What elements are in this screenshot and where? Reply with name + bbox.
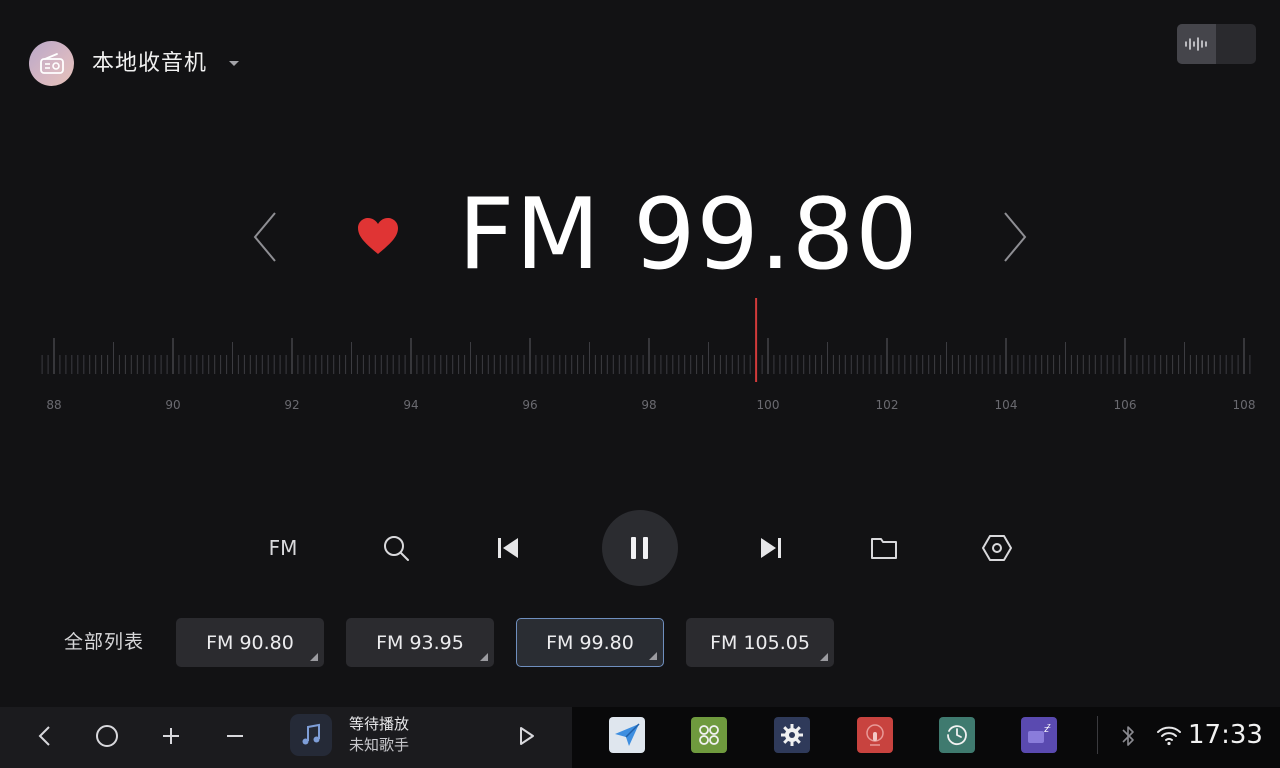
preset-corner-marker [310, 653, 318, 661]
dial-tick-label: 100 [757, 398, 780, 412]
dial-tick-label: 94 [403, 398, 418, 412]
frequency-display: FM 99.80 [458, 178, 919, 292]
sleep-icon: z z [1028, 723, 1051, 743]
gear-icon [781, 724, 803, 746]
source-title[interactable]: 本地收音机 [92, 49, 207, 79]
home-button[interactable] [90, 720, 124, 752]
seek-next-button[interactable] [751, 528, 791, 568]
dial-tick-label: 102 [876, 398, 899, 412]
preset-station[interactable]: FM 93.95 [346, 618, 494, 667]
music-app-button[interactable] [290, 714, 332, 756]
bluetooth-icon[interactable] [1119, 724, 1137, 748]
dial-tick-label: 96 [522, 398, 537, 412]
status-divider [1097, 716, 1098, 754]
frequency-dial[interactable]: 88 90 92 94 96 98 100 102 104 106 108 [0, 290, 1280, 420]
mini-play-button[interactable] [512, 720, 542, 752]
play-icon [520, 727, 534, 745]
radio-icon [39, 52, 64, 74]
sleep-app[interactable]: z z [1021, 717, 1057, 753]
settings-app[interactable] [774, 717, 810, 753]
send-arrow-icon [615, 723, 640, 746]
settings-button[interactable] [977, 528, 1017, 568]
folder-button[interactable] [864, 528, 904, 568]
seek-previous-button[interactable] [488, 528, 528, 568]
bottom-control-bar [0, 707, 572, 768]
dial-tick-label: 106 [1114, 398, 1137, 412]
search-button[interactable] [376, 528, 416, 568]
microphone-icon [866, 724, 884, 746]
preset-label: FM 93.95 [376, 631, 464, 654]
preset-corner-marker [480, 653, 488, 661]
favorite-heart-icon[interactable] [356, 216, 400, 256]
music-note-icon [302, 723, 320, 745]
svg-text:z: z [1047, 723, 1051, 730]
back-button[interactable] [27, 720, 61, 752]
wifi-icon[interactable] [1156, 724, 1182, 746]
preset-label: FM 99.80 [546, 631, 634, 654]
radio-source-avatar[interactable] [29, 41, 74, 86]
apps-grid[interactable] [691, 717, 727, 753]
back-icon [38, 726, 50, 746]
now-playing-artist: 未知歌手 [349, 736, 410, 754]
preset-label: FM 90.80 [206, 631, 294, 654]
now-playing-title: 等待播放 [349, 715, 410, 733]
preset-label: FM 105.05 [710, 631, 810, 654]
status-clock: 17:33 [1188, 720, 1263, 750]
dial-tick-label: 92 [284, 398, 299, 412]
dial-tick-label: 88 [46, 398, 61, 412]
preset-corner-marker [820, 653, 828, 661]
preset-corner-marker [649, 652, 657, 660]
plus-icon [163, 728, 179, 744]
waveform-icon [1177, 24, 1216, 64]
waveform-toggle[interactable] [1177, 24, 1256, 64]
dial-tick-label: 108 [1233, 398, 1256, 412]
clock-app[interactable] [939, 717, 975, 753]
search-icon [384, 536, 409, 561]
preset-station[interactable]: FM 99.80 [516, 618, 664, 667]
chevron-left-icon[interactable] [250, 210, 280, 264]
settings-hexagon-icon [982, 535, 1012, 561]
folder-icon [871, 538, 897, 559]
home-icon [96, 725, 118, 747]
band-label: FM [268, 536, 298, 560]
preset-station[interactable]: FM 105.05 [686, 618, 834, 667]
skip-previous-icon [498, 538, 518, 558]
minus-icon [227, 735, 243, 737]
dial-tick-label: 104 [995, 398, 1018, 412]
clock-icon [947, 725, 967, 745]
skip-next-icon [761, 538, 781, 558]
volume-down-button[interactable] [218, 720, 252, 752]
pause-icon [631, 537, 648, 559]
band-fm-button[interactable]: FM [263, 528, 303, 568]
caret-down-icon[interactable] [226, 56, 242, 72]
navigation-app[interactable] [609, 717, 645, 753]
chevron-right-icon[interactable] [1000, 210, 1030, 264]
voice-app[interactable] [857, 717, 893, 753]
radio-app: 本地收音机 FM 99.80 88 90 92 94 96 98 100 102… [0, 0, 1280, 768]
grid-icon [699, 725, 719, 745]
preset-station[interactable]: FM 90.80 [176, 618, 324, 667]
volume-up-button[interactable] [154, 720, 188, 752]
all-list-link[interactable]: 全部列表 [64, 629, 144, 655]
pause-button[interactable] [602, 510, 678, 586]
dial-tick-label: 98 [641, 398, 656, 412]
dial-tick-label: 90 [165, 398, 180, 412]
